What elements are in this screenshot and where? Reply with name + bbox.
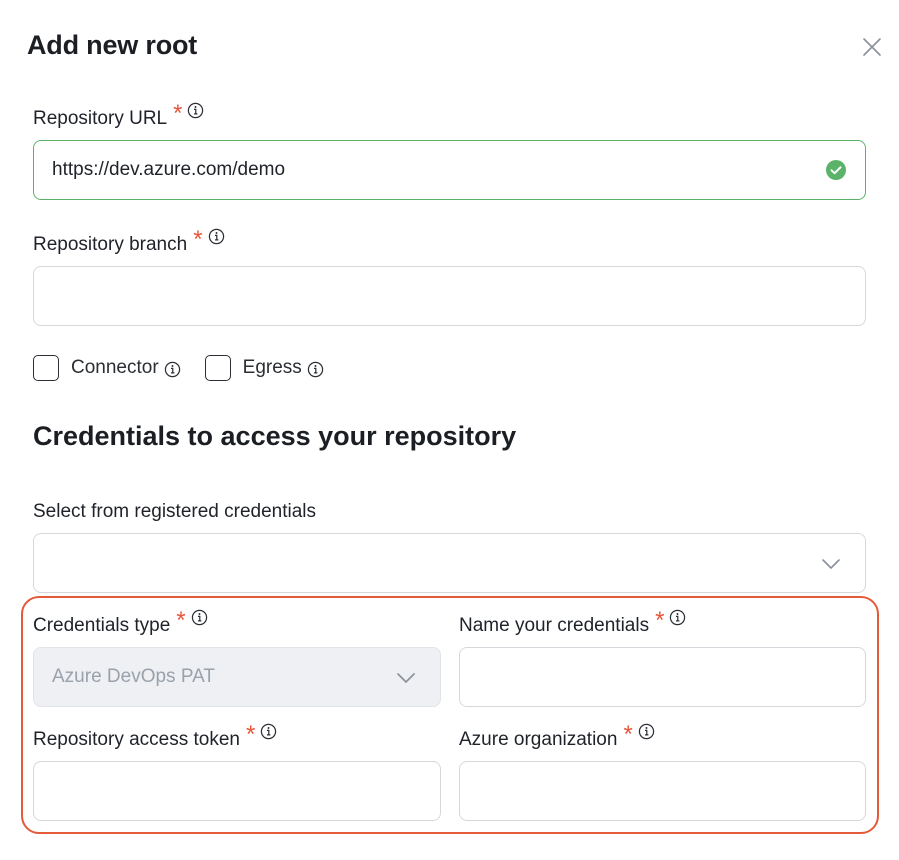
required-mark: * [173,100,183,127]
registered-credentials-select[interactable] [33,533,866,593]
required-mark: * [193,226,203,253]
credentials-type-select[interactable]: Azure DevOps PAT [33,647,441,707]
registered-credentials-label: Select from registered credentials [33,501,317,522]
repository-branch-input[interactable] [33,266,866,326]
access-token-label: Repository access token * [33,721,277,751]
required-mark: * [655,607,665,634]
info-icon[interactable] [191,609,208,626]
close-button[interactable] [860,35,884,59]
info-icon[interactable] [669,609,686,626]
azure-organization-label: Azure organization * [459,721,655,751]
info-icon[interactable] [307,361,324,378]
credentials-type-label: Credentials type * [33,607,208,637]
azure-organization-input[interactable] [459,761,866,821]
chevron-down-icon [822,559,840,569]
info-icon[interactable] [638,723,655,740]
required-mark: * [623,721,633,748]
access-token-input[interactable] [33,761,441,821]
required-mark: * [176,607,186,634]
info-icon[interactable] [260,723,277,740]
credentials-name-label: Name your credentials * [459,607,686,637]
info-icon[interactable] [164,361,181,378]
egress-checkbox[interactable] [204,355,231,381]
info-icon[interactable] [187,102,204,119]
egress-label: Egress [243,357,324,379]
close-icon [863,38,881,56]
repository-branch-label: Repository branch * [33,226,225,256]
check-circle-icon [826,160,846,180]
dialog-title: Add new root [27,30,198,60]
credentials-section-title: Credentials to access your repository [33,421,517,451]
required-mark: * [246,721,256,748]
info-icon[interactable] [208,228,225,245]
credentials-name-input[interactable] [459,647,866,707]
chevron-down-icon [397,673,415,683]
connector-label: Connector [71,357,181,379]
repository-url-input[interactable]: https://dev.azure.com/demo [33,140,866,200]
options-row: Connector Egress [33,355,324,381]
connector-checkbox[interactable] [33,355,59,381]
repository-url-label: Repository URL * [33,100,204,130]
repository-url-value: https://dev.azure.com/demo [52,159,286,180]
